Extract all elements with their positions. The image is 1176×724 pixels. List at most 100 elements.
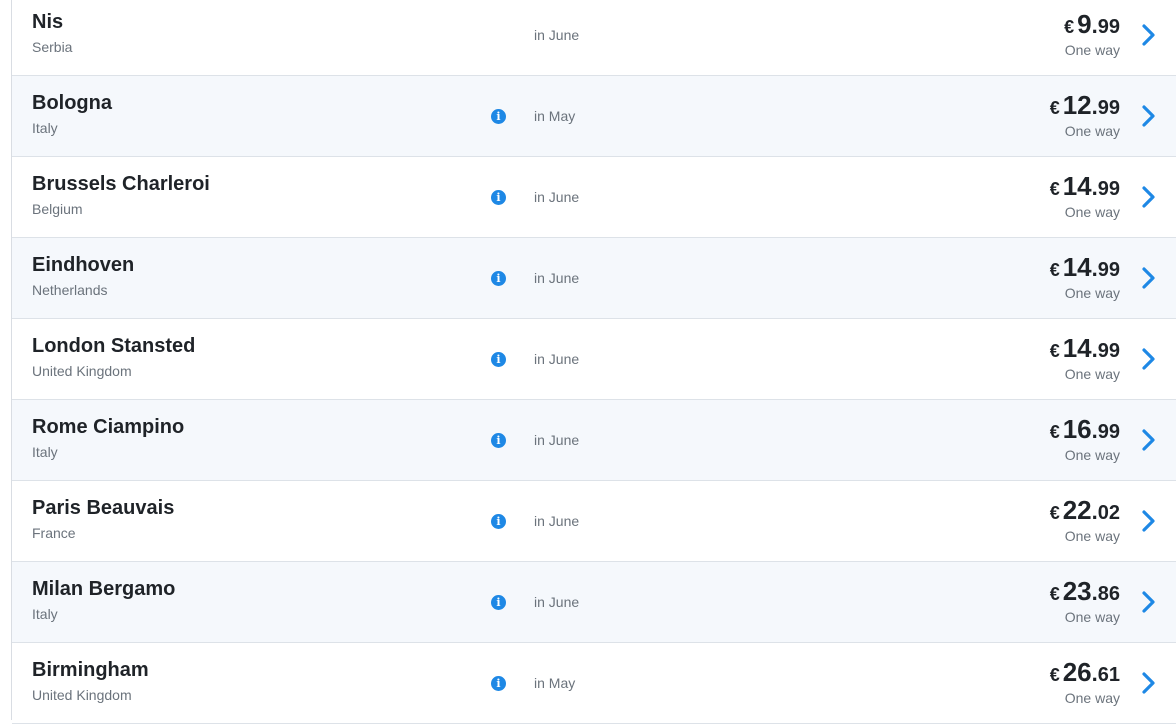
price-cents: 99 [1097, 178, 1120, 200]
currency-symbol: € [1049, 260, 1060, 280]
chevron-right-icon[interactable] [1138, 428, 1158, 452]
price: €16.99 [1049, 414, 1120, 444]
currency-symbol: € [1049, 341, 1060, 361]
flight-row[interactable]: Nis Serbia in June €9.99 One way [12, 0, 1176, 76]
chevron-right-icon[interactable] [1138, 509, 1158, 533]
price-whole: 9 [1077, 9, 1092, 39]
price-whole: 14 [1062, 333, 1092, 363]
info-icon[interactable]: i [491, 109, 506, 124]
travel-month: in June [534, 189, 580, 205]
currency-symbol: € [1049, 98, 1060, 118]
chevron-right-icon[interactable] [1138, 23, 1158, 47]
price-cents: 99 [1097, 16, 1120, 38]
flight-row[interactable]: Brussels Charleroi Belgium i in June €14… [12, 157, 1176, 238]
travel-month: in June [534, 351, 580, 367]
travel-month: in June [534, 270, 580, 286]
destination-country: United Kingdom [32, 363, 132, 379]
currency-symbol: € [1064, 17, 1075, 37]
info-icon[interactable]: i [491, 595, 506, 610]
destination-country: France [32, 525, 76, 541]
price: €14.99 [1049, 171, 1120, 201]
travel-month: in June [534, 594, 580, 610]
price-whole: 16 [1062, 414, 1092, 444]
destination-city: Birmingham [32, 659, 149, 681]
price: €14.99 [1049, 333, 1120, 363]
price-cents: 99 [1097, 259, 1120, 281]
currency-symbol: € [1049, 422, 1060, 442]
price: €12.99 [1049, 90, 1120, 120]
price: €9.99 [1064, 9, 1120, 39]
currency-symbol: € [1049, 503, 1060, 523]
currency-symbol: € [1049, 665, 1060, 685]
price: €26.61 [1049, 657, 1120, 687]
info-icon[interactable]: i [491, 271, 506, 286]
currency-symbol: € [1049, 179, 1060, 199]
flight-row[interactable]: Paris Beauvais France i in June €22.02 O… [12, 481, 1176, 562]
destination-city: Brussels Charleroi [32, 173, 210, 195]
destination-country: Italy [32, 444, 58, 460]
price-cents: 99 [1097, 340, 1120, 362]
travel-month: in June [534, 513, 580, 529]
price-whole: 14 [1062, 171, 1092, 201]
price-cents: 99 [1097, 421, 1120, 443]
travel-month: in June [534, 27, 580, 43]
destination-city: Eindhoven [32, 254, 135, 276]
chevron-right-icon[interactable] [1138, 185, 1158, 209]
travel-month: in June [534, 432, 580, 448]
fare-type: One way [1064, 204, 1120, 220]
price: €23.86 [1049, 576, 1120, 606]
info-icon[interactable]: i [491, 433, 506, 448]
chevron-right-icon[interactable] [1138, 590, 1158, 614]
price-cents: 61 [1097, 664, 1120, 686]
destination-country: Italy [32, 120, 58, 136]
info-icon[interactable]: i [491, 676, 506, 691]
currency-symbol: € [1049, 584, 1060, 604]
fare-type: One way [1064, 690, 1120, 706]
left-rail [0, 0, 12, 720]
info-icon[interactable]: i [491, 514, 506, 529]
price-whole: 12 [1062, 90, 1092, 120]
fare-type: One way [1064, 609, 1120, 625]
price-cents: 86 [1097, 583, 1120, 605]
flight-row[interactable]: Birmingham United Kingdom i in May €26.6… [12, 643, 1176, 724]
destination-country: Netherlands [32, 282, 108, 298]
price-whole: 26 [1062, 657, 1092, 687]
destination-city: Nis [32, 11, 64, 33]
destination-country: United Kingdom [32, 687, 132, 703]
price: €22.02 [1049, 495, 1120, 525]
destination-city: Rome Ciampino [32, 416, 185, 438]
chevron-right-icon[interactable] [1138, 671, 1158, 695]
destination-country: Serbia [32, 39, 73, 55]
price-whole: 22 [1062, 495, 1092, 525]
price-whole: 14 [1062, 252, 1092, 282]
travel-month: in May [534, 675, 576, 691]
destination-country: Italy [32, 606, 58, 622]
destination-country: Belgium [32, 201, 83, 217]
destination-city: Milan Bergamo [32, 578, 176, 600]
destination-city: Paris Beauvais [32, 497, 175, 519]
chevron-right-icon[interactable] [1138, 104, 1158, 128]
travel-month: in May [534, 108, 576, 124]
fare-type: One way [1064, 447, 1120, 463]
fare-type: One way [1064, 42, 1120, 58]
flight-list: Nis Serbia in June €9.99 One way Bologna… [12, 0, 1176, 724]
chevron-right-icon[interactable] [1138, 266, 1158, 290]
flight-row[interactable]: Rome Ciampino Italy i in June €16.99 One… [12, 400, 1176, 481]
fare-type: One way [1064, 285, 1120, 301]
flight-row[interactable]: Bologna Italy i in May €12.99 One way [12, 76, 1176, 157]
fare-type: One way [1064, 366, 1120, 382]
fare-type: One way [1064, 123, 1120, 139]
flight-row[interactable]: Eindhoven Netherlands i in June €14.99 O… [12, 238, 1176, 319]
flight-row[interactable]: London Stansted United Kingdom i in June… [12, 319, 1176, 400]
fare-type: One way [1064, 528, 1120, 544]
price-cents: 02 [1097, 502, 1120, 524]
destination-city: Bologna [32, 92, 112, 114]
flight-row[interactable]: Milan Bergamo Italy i in June €23.86 One… [12, 562, 1176, 643]
chevron-right-icon[interactable] [1138, 347, 1158, 371]
price: €14.99 [1049, 252, 1120, 282]
price-whole: 23 [1062, 576, 1092, 606]
info-icon[interactable]: i [491, 352, 506, 367]
price-cents: 99 [1097, 97, 1120, 119]
info-icon[interactable]: i [491, 190, 506, 205]
destination-city: London Stansted [32, 335, 196, 357]
